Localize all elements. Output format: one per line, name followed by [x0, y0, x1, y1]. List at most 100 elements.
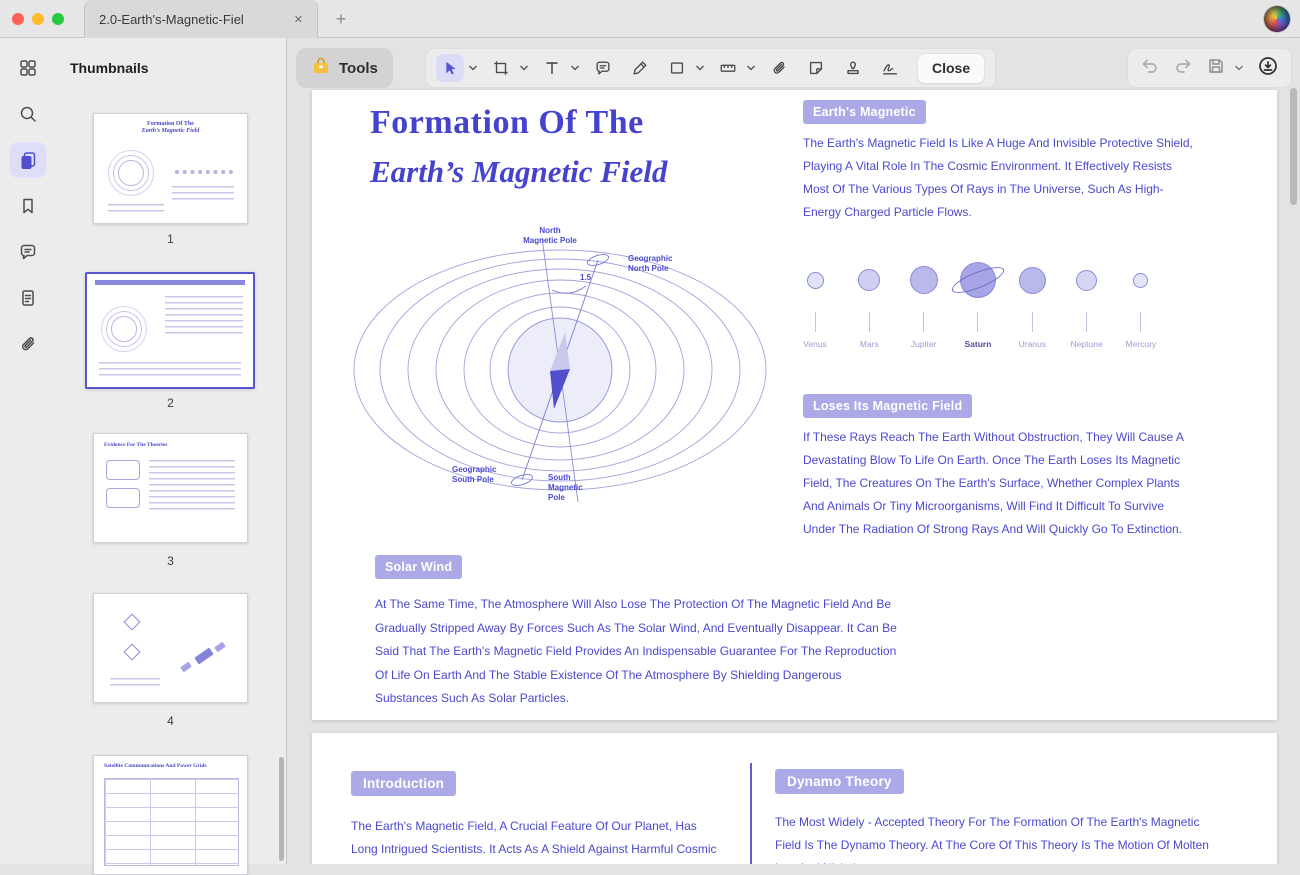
mini-text [149, 460, 235, 512]
apps-grid-icon[interactable] [10, 50, 46, 86]
comment-icon[interactable] [10, 234, 46, 270]
section-badge-earths-magnetic: Earth's Magnetic [803, 100, 926, 124]
ruler-tool-dropdown-icon[interactable] [746, 64, 756, 72]
attachment-tool[interactable] [765, 54, 793, 82]
mini-box [106, 460, 140, 480]
crop-frame-tool[interactable] [487, 54, 515, 82]
crop-tool-dropdown-icon[interactable] [519, 64, 529, 72]
planet-label: Mars [860, 339, 879, 349]
section-badge-introduction: Introduction [351, 771, 456, 796]
mini-diamond [124, 644, 141, 661]
mini-table [104, 778, 239, 866]
diagram-label-north-magnetic-pole: Magnetic Pole [523, 236, 577, 245]
pen-tool[interactable] [626, 54, 654, 82]
tab-title: 2.0-Earth's-Magnetic-Fiel [99, 12, 290, 27]
window-zoom-button[interactable] [52, 13, 64, 25]
new-tab-button[interactable]: + [330, 8, 352, 30]
mini-diagram [111, 316, 137, 342]
planet-label: Venus [803, 339, 827, 349]
planet-jupiter: Jupiter [901, 258, 947, 349]
mini-diagram [118, 160, 144, 186]
diagram-label-geographic-south-pole: South Pole [452, 475, 494, 484]
paragraph-loses-field: If These Rays Reach The Earth Without Ob… [803, 426, 1198, 541]
tab-close-icon[interactable]: ✕ [290, 11, 307, 28]
diagram-label-angle: 1.5 [580, 273, 592, 282]
save-dropdown-icon[interactable] [1234, 64, 1244, 72]
redo-icon[interactable] [1173, 56, 1193, 81]
mini-text [110, 678, 160, 690]
close-button[interactable]: Close [917, 53, 985, 84]
tools-button-label: Tools [339, 60, 378, 77]
tools-button[interactable]: Tools [296, 48, 393, 88]
history-save-toolbar [1127, 48, 1292, 88]
document-tab[interactable]: 2.0-Earth's-Magnetic-Fiel ✕ [84, 0, 318, 38]
document-scrollbar-thumb[interactable] [1290, 88, 1297, 205]
signature-tool[interactable] [876, 54, 904, 82]
measure-ruler-tool[interactable] [714, 54, 742, 82]
diagram-label-geographic-north-pole: North Pole [628, 264, 669, 273]
mini-text [172, 186, 234, 203]
user-avatar[interactable] [1264, 6, 1290, 32]
planet-circle [858, 269, 880, 291]
document-title-line2: Earth’s Magnetic Field [370, 154, 667, 190]
bookmark-icon[interactable] [10, 188, 46, 224]
left-icon-rail [0, 38, 55, 864]
page-icon[interactable] [10, 280, 46, 316]
page-number: 2 [55, 396, 286, 410]
planet-tick [1140, 312, 1141, 332]
document-page-1[interactable]: Formation Of The Earth’s Magnetic Field [312, 90, 1277, 720]
diagram-label-south-magnetic-pole: Pole [548, 493, 565, 502]
paragraph-introduction: The Earth's Magnetic Field, A Crucial Fe… [351, 815, 719, 864]
section-badge-solar-wind: Solar Wind [375, 555, 462, 579]
page-thumbnail-2[interactable] [85, 272, 255, 389]
thumbnails-panel: Thumbnails Formation Of The Earth’s Magn… [55, 38, 287, 864]
comment-tool[interactable] [589, 54, 617, 82]
mini-text [99, 362, 241, 380]
planet-saturn: Saturn [955, 258, 1001, 349]
mini-title: Formation Of The [94, 121, 247, 127]
panel-scrollbar-thumb[interactable] [279, 757, 284, 861]
stamp-tool[interactable] [839, 54, 867, 82]
mini-band [95, 280, 245, 285]
save-icon[interactable] [1206, 56, 1226, 81]
mini-dots [175, 170, 233, 174]
planet-label: Neptune [1071, 339, 1103, 349]
planet-tick [815, 312, 816, 332]
document-page-2[interactable]: Introduction The Earth's Magnetic Field,… [312, 733, 1277, 864]
planet-label: Jupiter [911, 339, 937, 349]
search-icon[interactable] [10, 96, 46, 132]
thumbnails-panel-icon[interactable] [10, 142, 46, 178]
diagram-label-south-magnetic-pole: South [548, 473, 571, 482]
sticker-tool[interactable] [802, 54, 830, 82]
window-close-button[interactable] [12, 13, 24, 25]
page-thumbnail-3[interactable]: Evidence For The Theories [93, 433, 248, 543]
undo-icon[interactable] [1140, 56, 1160, 81]
diagram-label-north-magnetic-pole: North [539, 226, 560, 235]
window-minimize-button[interactable] [32, 13, 44, 25]
document-title-line1: Formation Of The [370, 104, 644, 142]
planet-circle [1133, 273, 1148, 288]
page-thumbnail-1[interactable]: Formation Of The Earth’s Magnetic Field [93, 113, 248, 224]
planet-label: Uranus [1019, 339, 1046, 349]
page-thumbnail-4[interactable] [93, 593, 248, 703]
page-number: 4 [55, 714, 286, 728]
select-cursor-tool[interactable] [436, 54, 464, 82]
mini-box [106, 488, 140, 508]
magnetic-field-diagram: North Magnetic Pole Geographic North Pol… [342, 220, 792, 530]
mini-text [165, 296, 243, 336]
shape-tool-dropdown-icon[interactable] [695, 64, 705, 72]
planet-tick [1086, 312, 1087, 332]
mini-diamond [124, 614, 141, 631]
mini-text [108, 204, 164, 216]
planet-neptune: Neptune [1064, 258, 1110, 349]
shape-rectangle-tool[interactable] [663, 54, 691, 82]
text-tool[interactable] [538, 54, 566, 82]
thumbnails-panel-title: Thumbnails [70, 60, 149, 76]
app-body: Thumbnails Formation Of The Earth’s Magn… [0, 38, 1300, 864]
main-content-area: Tools [287, 38, 1300, 864]
attachment-icon[interactable] [10, 326, 46, 362]
select-tool-dropdown-icon[interactable] [468, 64, 478, 72]
text-tool-dropdown-icon[interactable] [570, 64, 580, 72]
circle-download-icon[interactable] [1257, 55, 1279, 82]
page-thumbnail-5[interactable]: Satellite Communications And Power Grids [93, 755, 248, 875]
